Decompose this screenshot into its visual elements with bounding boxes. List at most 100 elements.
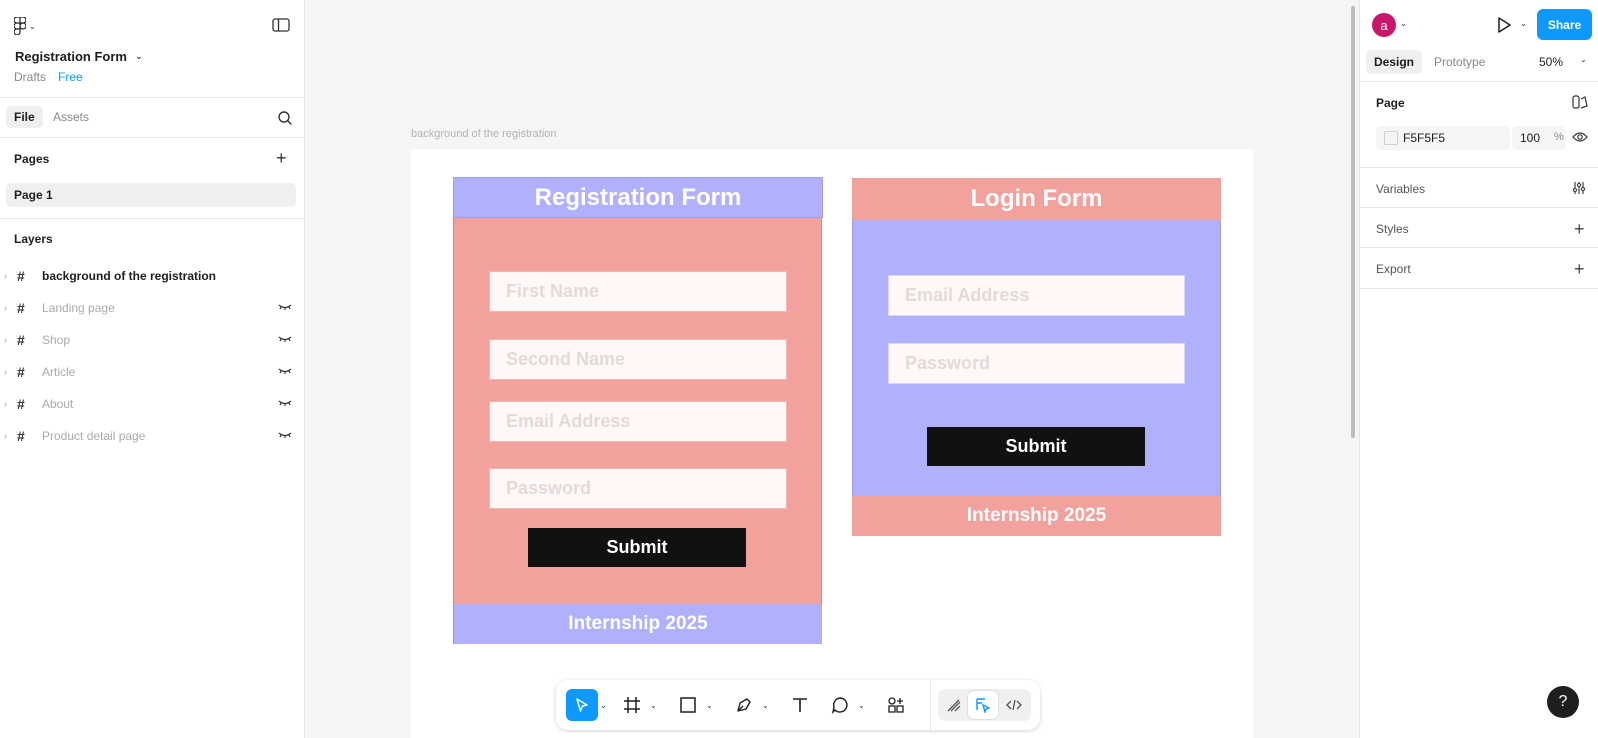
styles-section[interactable]: Styles: [1376, 222, 1409, 236]
divider: [1360, 207, 1598, 208]
share-button[interactable]: Share: [1537, 9, 1592, 40]
code-icon: [1006, 699, 1022, 711]
pen-tool[interactable]: [728, 689, 760, 721]
frame-icon: #: [17, 428, 25, 444]
toolbar-divider: [930, 680, 931, 730]
chevron-right-icon[interactable]: ›: [4, 367, 12, 377]
rectangle-tool-chevron[interactable]: ⌄: [706, 689, 716, 721]
page-color-input[interactable]: F5F5F5: [1376, 126, 1510, 150]
divider: [0, 218, 305, 219]
tab-file[interactable]: File: [6, 106, 43, 128]
chevron-right-icon[interactable]: ›: [4, 399, 12, 409]
layer-name: background of the registration: [42, 269, 217, 283]
frame-icon: #: [17, 300, 25, 316]
chevron-down-icon[interactable]: ⌄: [1580, 55, 1587, 64]
export-section[interactable]: Export: [1376, 262, 1411, 276]
move-tool-chevron[interactable]: ⌄: [600, 689, 610, 721]
chevron-down-icon: ⌄: [600, 700, 607, 710]
chevron-right-icon[interactable]: ›: [4, 303, 12, 313]
search-icon[interactable]: [277, 110, 293, 126]
layer-row[interactable]: › # Shop: [0, 326, 305, 354]
tab-assets[interactable]: Assets: [53, 110, 89, 124]
chevron-down-icon: ⌄: [29, 21, 36, 31]
comment-tool-chevron[interactable]: ⌄: [858, 689, 868, 721]
registration-submit-button[interactable]: Submit: [528, 528, 746, 567]
chevron-down-icon[interactable]: ⌄: [1400, 19, 1407, 28]
login-footer[interactable]: Internship 2025: [852, 496, 1221, 536]
help-button[interactable]: ?: [1547, 686, 1579, 718]
drafts-link[interactable]: Drafts: [14, 70, 46, 84]
frame-tool-chevron[interactable]: ⌄: [650, 689, 660, 721]
layer-name: Landing page: [42, 301, 115, 315]
dev-mode-button[interactable]: [1000, 689, 1028, 721]
design-mode-button[interactable]: [968, 691, 998, 719]
layer-name: About: [42, 397, 74, 411]
avatar[interactable]: a: [1372, 13, 1396, 37]
frame-icon: [624, 697, 640, 713]
hidden-eye-icon[interactable]: [278, 430, 292, 440]
zoom-level[interactable]: 50%: [1539, 55, 1563, 69]
chevron-right-icon[interactable]: ›: [4, 335, 12, 345]
file-title[interactable]: Registration Form ⌄: [15, 49, 143, 64]
add-export-icon[interactable]: +: [1574, 260, 1585, 278]
chevron-right-icon[interactable]: ›: [4, 431, 12, 441]
add-style-icon[interactable]: +: [1574, 220, 1585, 238]
page-section-heading: Page: [1376, 96, 1405, 110]
comment-tool[interactable]: [824, 689, 856, 721]
opacity-unit: %: [1554, 131, 1564, 143]
page-item[interactable]: Page 1: [6, 183, 296, 207]
pages-heading: Pages: [14, 152, 50, 166]
layer-row[interactable]: › # About: [0, 390, 305, 418]
variables-settings-icon[interactable]: [1572, 181, 1586, 195]
layer-row[interactable]: › # Product detail page: [0, 422, 305, 450]
hidden-eye-icon[interactable]: [278, 334, 292, 344]
hidden-eye-icon[interactable]: [278, 398, 292, 408]
first-name-field[interactable]: First Name: [489, 271, 787, 312]
tab-prototype[interactable]: Prototype: [1434, 55, 1485, 69]
play-icon[interactable]: [1496, 16, 1512, 34]
tab-design[interactable]: Design: [1366, 50, 1423, 74]
chevron-down-icon: ⌄: [858, 700, 865, 710]
actions-tool[interactable]: [880, 689, 912, 721]
bottom-toolbar: ⌄ ⌄ ⌄ ⌄ ⌄: [556, 680, 1040, 730]
plan-badge[interactable]: Free: [58, 70, 83, 84]
hidden-eye-icon[interactable]: [278, 366, 292, 376]
email-field[interactable]: Email Address: [489, 401, 787, 442]
registration-footer[interactable]: Internship 2025: [454, 604, 822, 644]
layer-name: Article: [42, 365, 76, 379]
chevron-right-icon[interactable]: ›: [4, 271, 12, 281]
chevron-down-icon: ⌄: [706, 700, 713, 710]
rectangle-icon: [680, 697, 696, 713]
move-tool[interactable]: [566, 689, 598, 721]
hidden-eye-icon[interactable]: [278, 302, 292, 312]
password-field[interactable]: Password: [489, 468, 787, 509]
main-menu-button[interactable]: ⌄: [14, 16, 44, 36]
chevron-down-icon[interactable]: ⌄: [1520, 19, 1527, 28]
page-styles-icon[interactable]: [1572, 95, 1588, 109]
canvas-scrollbar[interactable]: [1351, 6, 1355, 438]
frame-icon: #: [17, 364, 25, 380]
sidebar-toggle-icon[interactable]: [272, 17, 290, 33]
layer-row[interactable]: › # background of the registration: [0, 262, 305, 290]
second-name-field[interactable]: Second Name: [489, 339, 787, 380]
login-password-field[interactable]: Password: [888, 343, 1185, 384]
frame-label[interactable]: background of the registration: [411, 128, 557, 140]
registration-form-title[interactable]: Registration Form: [453, 177, 823, 218]
file-header: ⌄ Registration Form ⌄ Drafts Free: [0, 0, 305, 98]
eye-icon[interactable]: [1572, 131, 1588, 143]
login-email-field[interactable]: Email Address: [888, 275, 1185, 316]
pen-tool-chevron[interactable]: ⌄: [762, 689, 772, 721]
variables-section[interactable]: Variables: [1376, 182, 1425, 196]
login-form-title[interactable]: Login Form: [852, 178, 1221, 220]
page-opacity-input[interactable]: 100 %: [1512, 126, 1566, 150]
draw-mode-button[interactable]: [940, 689, 968, 721]
rectangle-tool[interactable]: [672, 689, 704, 721]
text-tool[interactable]: [784, 689, 816, 721]
layer-row[interactable]: › # Article: [0, 358, 305, 386]
add-page-icon[interactable]: +: [276, 149, 287, 167]
cursor-icon: [576, 698, 588, 712]
frame-tool[interactable]: [616, 689, 648, 721]
login-submit-button[interactable]: Submit: [927, 427, 1145, 466]
layer-row[interactable]: › # Landing page: [0, 294, 305, 322]
color-swatch[interactable]: [1384, 131, 1398, 145]
